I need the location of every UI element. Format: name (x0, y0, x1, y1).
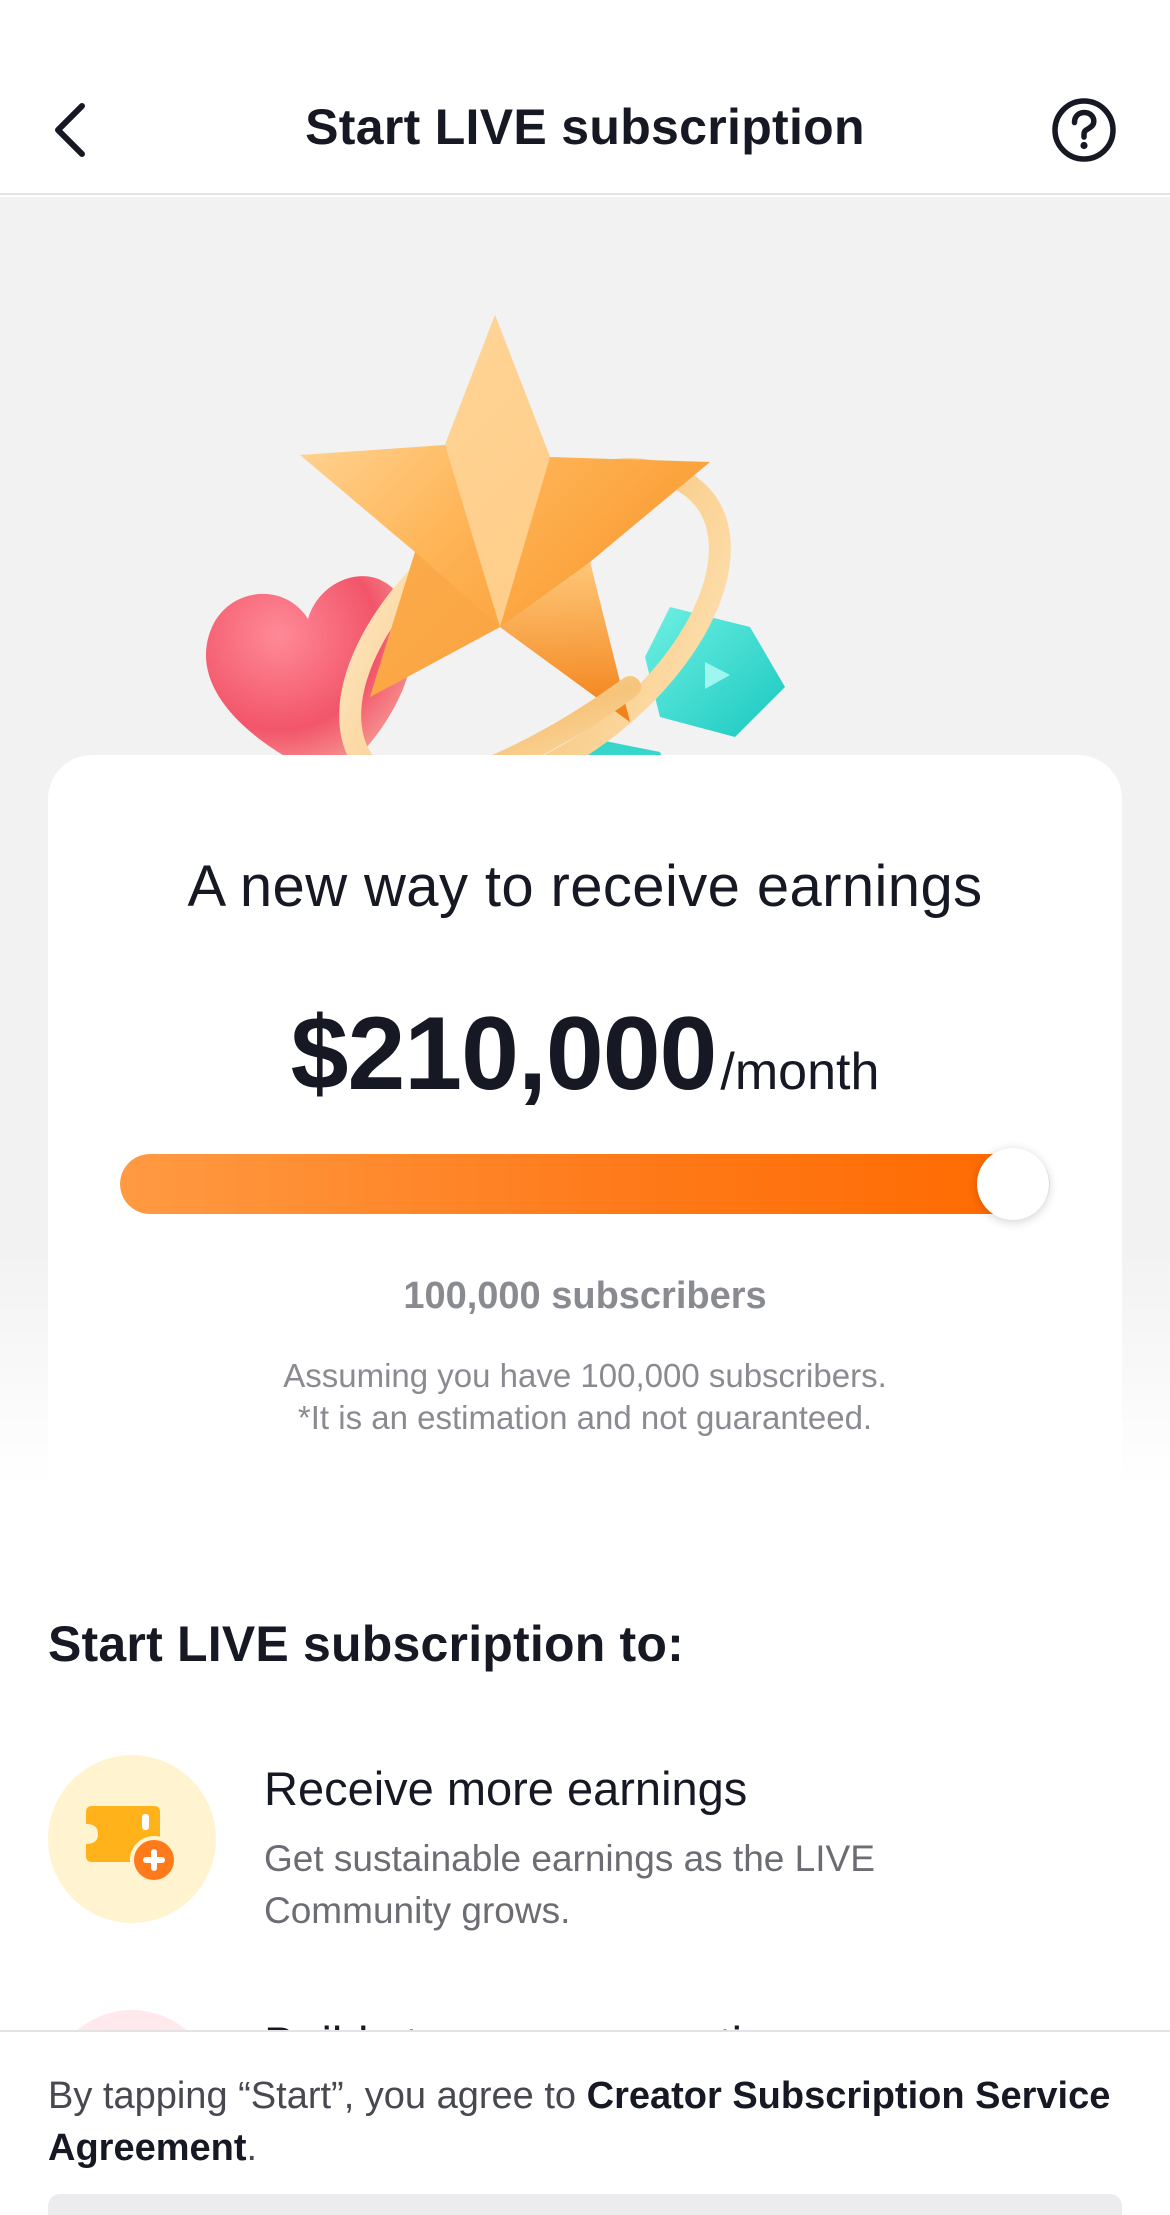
slider-fill (120, 1154, 1033, 1214)
subscribers-slider[interactable] (120, 1148, 1050, 1220)
agreement-suffix: . (246, 2127, 258, 2169)
top-navigation-bar: Start LIVE subscription (0, 0, 1170, 195)
feature-icon-badge (48, 1755, 216, 1923)
slider-thumb[interactable] (976, 1148, 1049, 1220)
feature-item-earnings: Receive more earnings Get sustainable ea… (48, 1755, 1122, 1935)
earnings-card: A new way to receive earnings $210,000/m… (48, 755, 1122, 1513)
estimation-disclaimer: Assuming you have 100,000 subscribers. *… (48, 1355, 1122, 1439)
earnings-card-title: A new way to receive earnings (187, 854, 983, 919)
feature-description: Get sustainable earnings as the LIVE Com… (264, 1838, 875, 1931)
agreement-prefix: By tapping “Start”, you agree to (48, 2075, 587, 2117)
feature-title: Receive more earnings (264, 1762, 748, 1815)
disclaimer-line-2: *It is an estimation and not guaranteed. (297, 1399, 873, 1436)
disclaimer-line-1: Assuming you have 100,000 subscribers. (283, 1357, 887, 1394)
earnings-amount: $210,000 (290, 996, 718, 1112)
help-button[interactable] (1050, 96, 1118, 164)
slider-track (120, 1154, 1050, 1214)
earnings-period: /month (720, 1043, 880, 1101)
ticket-plus-icon (86, 1806, 178, 1884)
agreement-text: By tapping “Start”, you agree to Creator… (48, 2070, 1122, 2174)
subscribers-count: 100,000 subscribers (403, 1275, 767, 1317)
features-heading: Start LIVE subscription to: (48, 1616, 684, 1672)
earnings-amount-row: $210,000/month (48, 995, 1122, 1114)
agreement-panel: By tapping “Start”, you agree to Creator… (0, 2030, 1170, 2215)
page-title: Start LIVE subscription (305, 99, 865, 155)
question-circle-icon (1052, 98, 1116, 162)
start-button[interactable] (48, 2194, 1122, 2215)
